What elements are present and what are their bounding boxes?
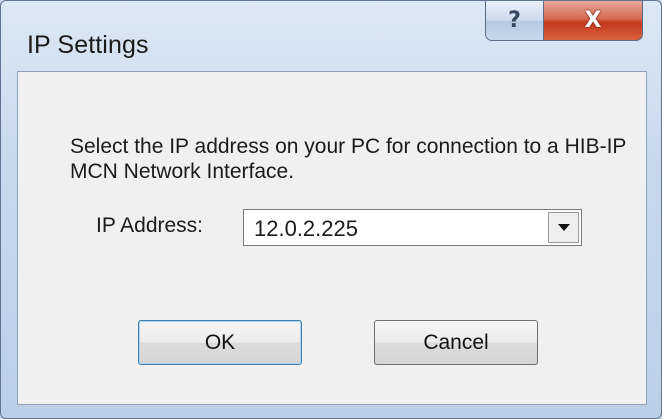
dialog-content: Select the IP address on your PC for con… bbox=[17, 71, 647, 405]
help-button[interactable]: ? bbox=[485, 1, 543, 41]
window-title: IP Settings bbox=[27, 31, 149, 59]
dropdown-button[interactable] bbox=[548, 212, 579, 243]
cancel-button[interactable]: Cancel bbox=[374, 320, 538, 365]
chevron-down-icon bbox=[557, 224, 570, 231]
ip-address-select[interactable]: 12.0.2.225 bbox=[243, 209, 582, 246]
close-icon: X bbox=[584, 8, 602, 33]
title-bar[interactable]: IP Settings ? X bbox=[1, 1, 661, 71]
help-icon: ? bbox=[508, 8, 521, 33]
ip-address-value: 12.0.2.225 bbox=[254, 216, 358, 241]
ip-settings-window: IP Settings ? X Select the IP address on… bbox=[0, 0, 662, 419]
instruction-text: Select the IP address on your PC for con… bbox=[70, 135, 627, 183]
ok-button[interactable]: OK bbox=[138, 320, 302, 365]
close-button[interactable]: X bbox=[543, 1, 643, 41]
ip-address-label: IP Address: bbox=[96, 214, 204, 237]
